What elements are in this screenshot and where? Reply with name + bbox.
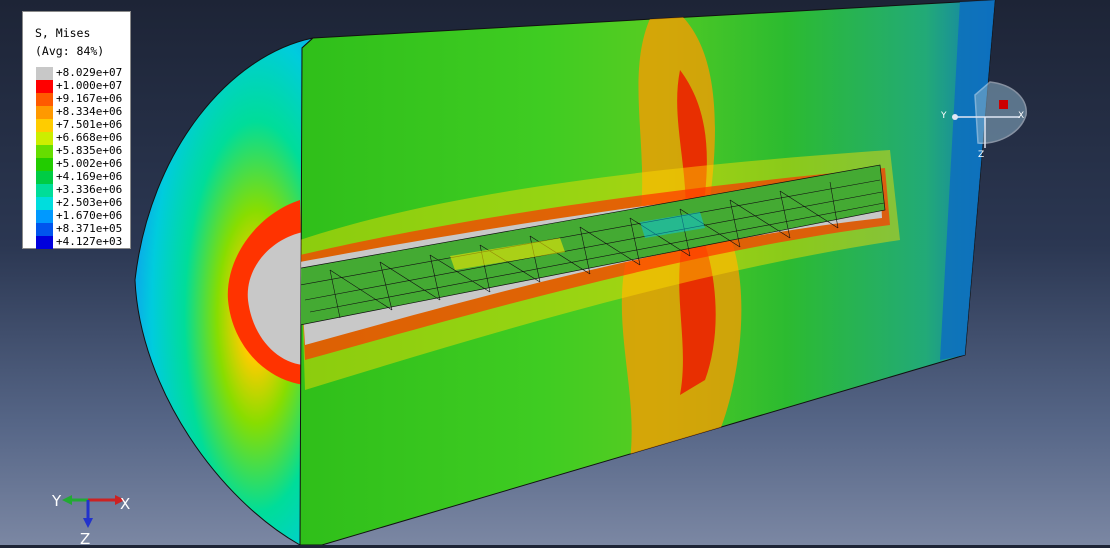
model-viewport[interactable] xyxy=(0,0,1110,545)
legend-swatch xyxy=(36,223,53,236)
legend-value: +3.336e+06 xyxy=(56,183,123,196)
legend-swatch xyxy=(36,197,53,210)
legend-value: +7.501e+06 xyxy=(56,118,123,131)
legend-value: +8.371e+05 xyxy=(56,222,123,235)
legend-averaging: (Avg: 84%) xyxy=(35,44,105,58)
triad-x-label: X xyxy=(120,495,131,513)
legend-value: +8.334e+06 xyxy=(56,105,123,118)
legend-swatch xyxy=(36,119,53,132)
legend-swatch xyxy=(36,158,53,171)
legend-swatch xyxy=(36,210,53,223)
legend-value: +5.835e+06 xyxy=(56,144,123,157)
legend-value: +4.127e+03 xyxy=(56,235,123,248)
legend-swatch xyxy=(36,132,53,145)
legend-title: S, Mises xyxy=(35,26,91,40)
stress-legend: S, Mises (Avg: 84%) +8.029e+07 +1.000e+07… xyxy=(22,11,131,249)
legend-value: +5.002e+06 xyxy=(56,157,123,170)
legend-value: +9.167e+06 xyxy=(56,92,123,105)
legend-swatch xyxy=(36,93,53,106)
legend-swatch xyxy=(36,145,53,158)
legend-value: +1.670e+06 xyxy=(56,209,123,222)
legend-value: +4.169e+06 xyxy=(56,170,123,183)
legend-swatch xyxy=(36,236,53,249)
legend-swatch xyxy=(36,80,53,93)
legend-swatch xyxy=(36,106,53,119)
triad-y-label: Y xyxy=(52,492,62,510)
legend-value: +6.668e+06 xyxy=(56,131,123,144)
legend-value: +2.503e+06 xyxy=(56,196,123,209)
legend-swatch xyxy=(36,171,53,184)
legend-value: +8.029e+07 xyxy=(56,66,123,79)
legend-value: +1.000e+07 xyxy=(56,79,123,92)
mini-triad-x-label: X xyxy=(1018,111,1025,121)
triad-z-label: Z xyxy=(80,530,91,548)
mini-triad-y-label: Y xyxy=(941,111,947,121)
mini-triad-z-label: Z xyxy=(978,150,985,160)
legend-swatch xyxy=(36,184,53,197)
legend-swatch xyxy=(36,67,53,80)
